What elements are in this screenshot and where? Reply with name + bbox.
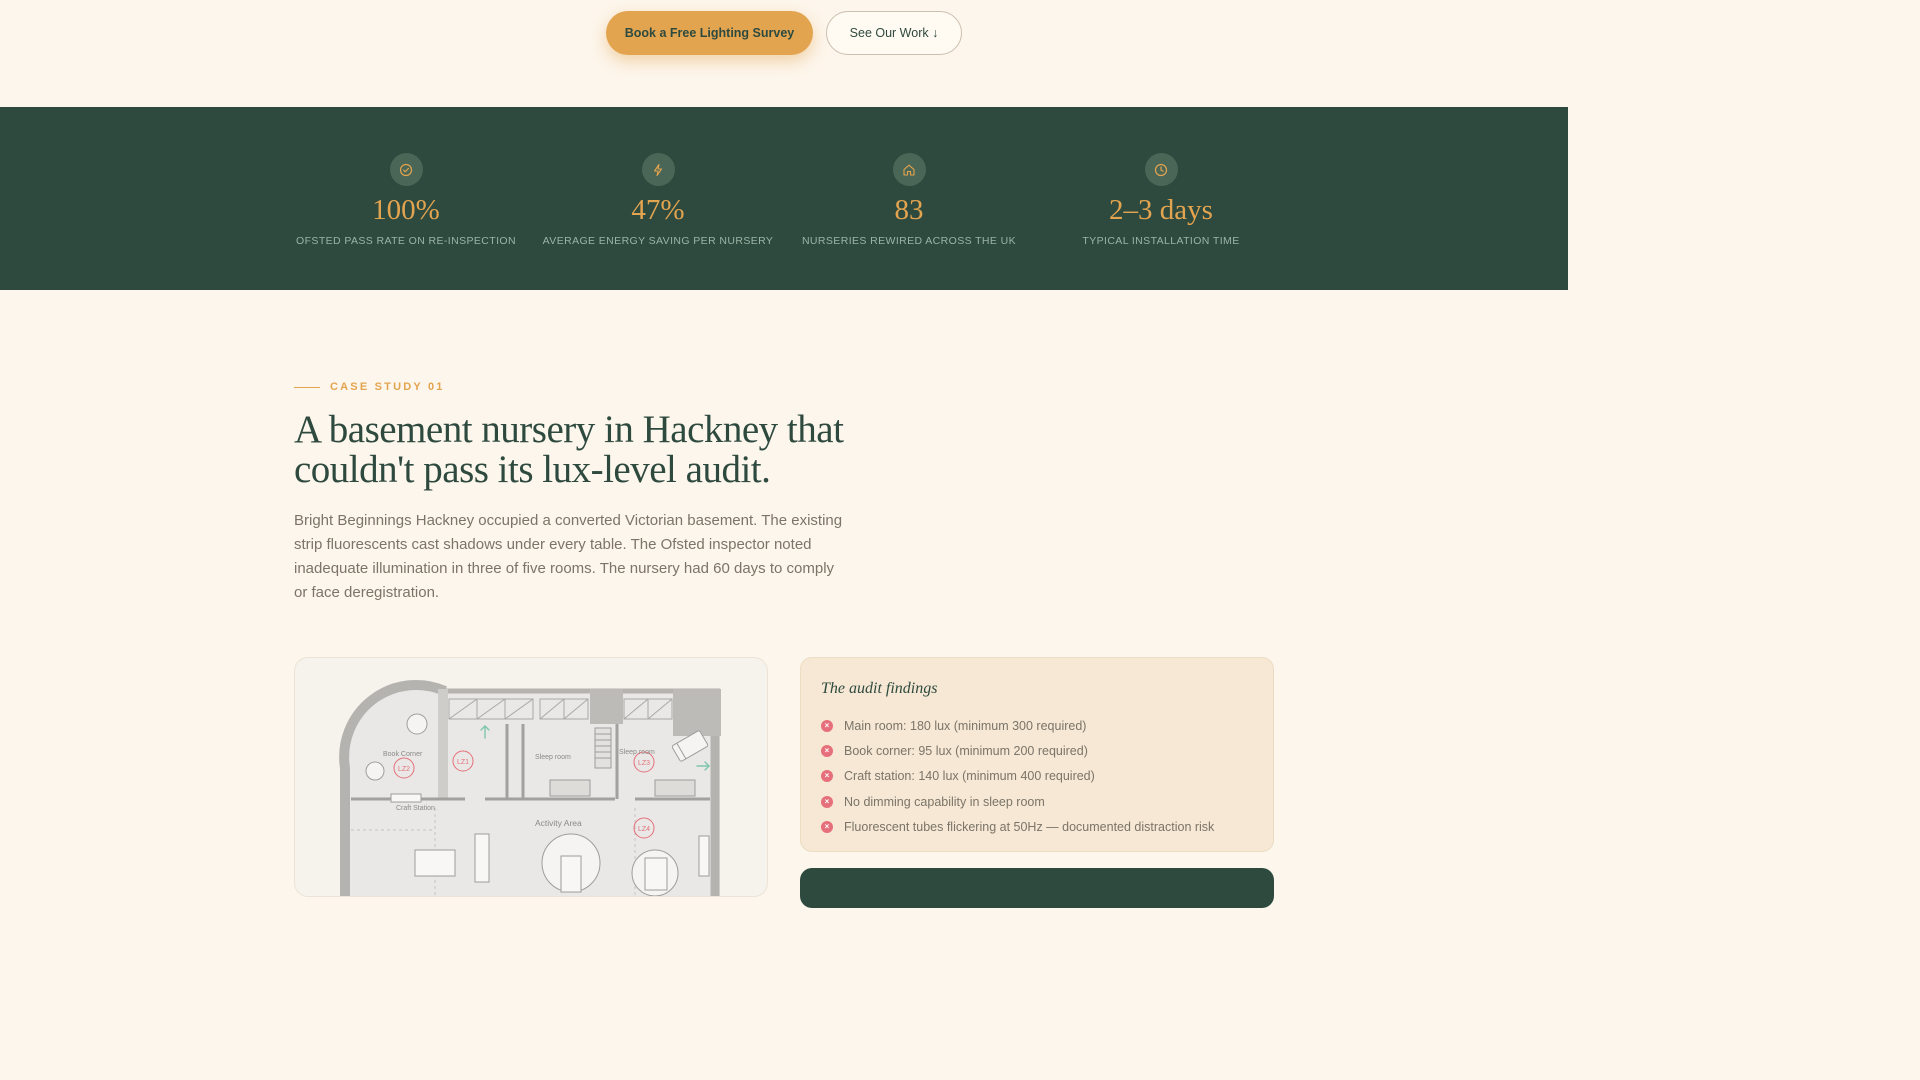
findings-list: × Main room: 180 lux (minimum 300 require… [821, 713, 1214, 840]
stat-label: OFSTED PASS RATE ON RE-INSPECTION [296, 235, 516, 247]
room-label-sleep-room-2: Sleep room [619, 749, 655, 756]
see-our-work-button[interactable]: See Our Work ↓ [826, 11, 962, 55]
book-survey-button[interactable]: Book a Free Lighting Survey [606, 11, 813, 55]
room-label-sleep-room-1: Sleep room [535, 754, 571, 761]
audit-findings-card: The audit findings × Main room: 180 lux (… [800, 657, 1274, 852]
eyebrow-text: CASE STUDY 01 [330, 381, 445, 393]
clock-icon [1144, 153, 1178, 186]
finding-text: Main room: 180 lux (minimum 300 required… [844, 718, 1087, 733]
findings-title: The audit findings [821, 680, 938, 697]
room-label-craft-station: Craft Station [396, 805, 435, 812]
stat-ofsted-pass-rate: 100% OFSTED PASS RATE ON RE-INSPECTION [276, 153, 536, 247]
zone-label-lz1: LZ1 [457, 759, 469, 766]
x-mark-icon: × [821, 795, 833, 808]
zone-label-lz2: LZ2 [398, 766, 410, 773]
check-circle-icon [389, 153, 423, 186]
stat-value: 100% [372, 194, 440, 226]
stat-energy-saving: 47% AVERAGE ENERGY SAVING PER NURSERY [528, 153, 788, 247]
x-mark-icon: × [821, 745, 833, 758]
eyebrow-divider [294, 386, 320, 388]
finding-text: Fluorescent tubes flickering at 50Hz — d… [844, 820, 1215, 835]
finding-item: × Craft station: 140 lux (minimum 400 req… [821, 764, 1214, 789]
room-label-activity-area: Activity Area [535, 818, 582, 828]
solution-card [800, 868, 1274, 908]
stat-value: 47% [631, 194, 685, 226]
finding-item: × Main room: 180 lux (minimum 300 require… [821, 713, 1214, 738]
stat-value: 2–3 days [1109, 194, 1213, 226]
zone-label-lz4: LZ4 [638, 826, 650, 833]
case-study-body: Bright Beginnings Hackney occupied a con… [294, 512, 843, 601]
case-study-title: A basement nursery in Hackney that could… [294, 408, 844, 491]
stat-label: AVERAGE ENERGY SAVING PER NURSERY [542, 235, 774, 247]
lightning-bolt-icon [641, 153, 675, 186]
finding-text: Craft station: 140 lux (minimum 400 requ… [844, 769, 1095, 784]
finding-item: × No dimming capability in sleep room [821, 789, 1214, 814]
hero-cta-row: Book a Free Lighting Survey See Our Work… [0, 11, 1568, 55]
stat-value: 83 [894, 194, 924, 226]
zone-label-lz3: LZ3 [638, 760, 650, 767]
house-icon [892, 153, 926, 186]
finding-item: × Fluorescent tubes flickering at 50Hz — … [821, 815, 1214, 840]
stat-nurseries-rewired: 83 NURSERIES REWIRED ACROSS THE UK [779, 153, 1039, 247]
x-mark-icon: × [821, 719, 833, 732]
finding-item: × Book corner: 95 lux (minimum 200 requir… [821, 738, 1214, 763]
stat-installation-time: 2–3 days TYPICAL INSTALLATION TIME [1031, 153, 1291, 247]
case-study-eyebrow: CASE STUDY 01 [294, 381, 445, 393]
finding-text: Book corner: 95 lux (minimum 200 require… [844, 744, 1088, 759]
stat-label: TYPICAL INSTALLATION TIME [1082, 235, 1240, 247]
floor-plan-card: Book Corner Sleep room Sleep room Craft … [294, 657, 768, 897]
finding-text: No dimming capability in sleep room [844, 794, 1045, 809]
stats-band: 100% OFSTED PASS RATE ON RE-INSPECTION 4… [0, 107, 1568, 290]
room-label-book-corner: Book Corner [383, 751, 423, 758]
x-mark-icon: × [821, 770, 833, 783]
floor-plan-drawing: Book Corner Sleep room Sleep room Craft … [339, 679, 721, 896]
x-mark-icon: × [821, 821, 833, 834]
stat-label: NURSERIES REWIRED ACROSS THE UK [801, 235, 1017, 247]
